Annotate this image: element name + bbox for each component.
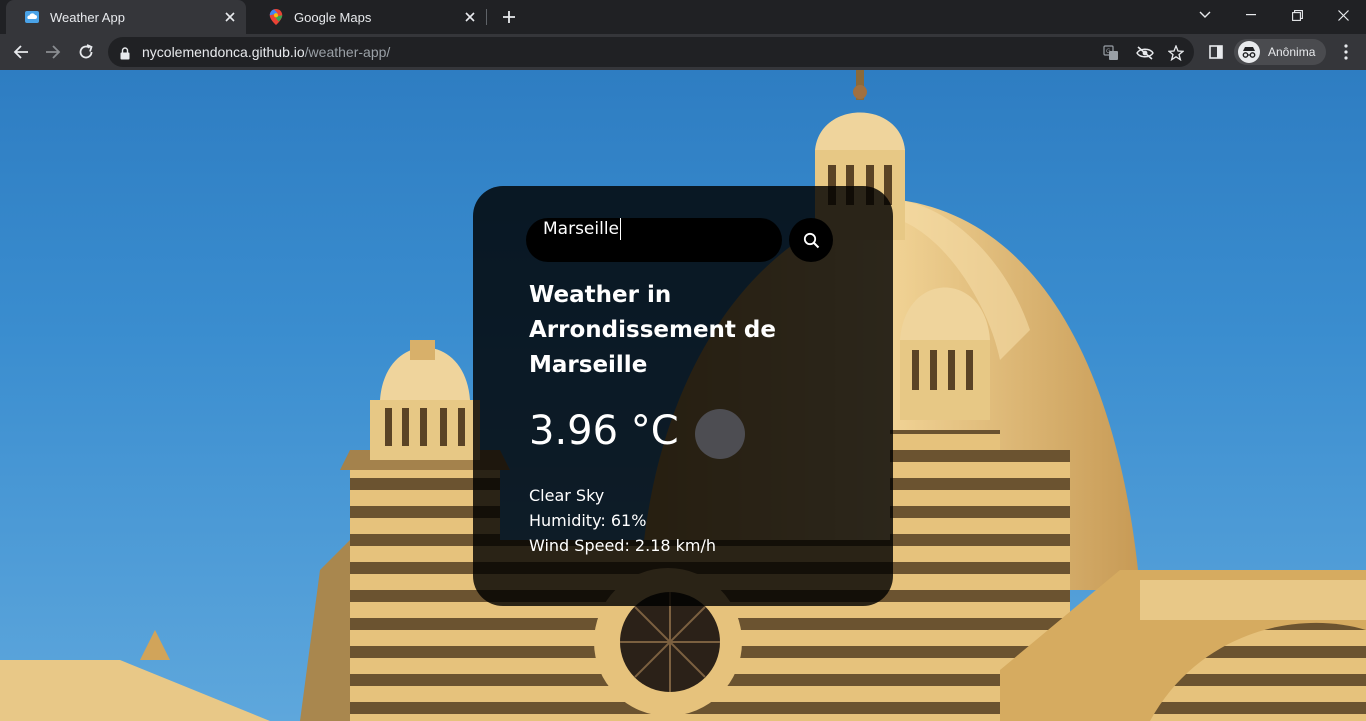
humidity-text: Humidity: 61% [529,511,647,530]
close-tab-icon[interactable] [218,5,242,29]
close-icon [1337,9,1349,21]
lock-icon[interactable] [120,45,130,64]
temperature-value: 3.96 °C [529,408,679,454]
city-title: Weather in Arrondissement de Marseille [529,282,776,378]
minimize-button[interactable] [1228,0,1274,30]
eye-slash-icon[interactable] [1135,43,1155,63]
forward-button[interactable] [38,37,68,67]
browser-menu-button[interactable] [1334,40,1358,64]
text-caret [620,218,622,240]
svg-text:G: G [1106,48,1111,55]
city-search-input[interactable]: Marseille [526,218,782,262]
side-panel-button[interactable] [1204,40,1228,64]
arrow-right-icon [46,45,61,59]
restore-button[interactable] [1274,0,1320,30]
close-window-button[interactable] [1320,0,1366,30]
search-input-value: Marseille [543,219,620,239]
restore-icon [1291,9,1303,21]
url-host: nycolemendonca.github.io [142,44,305,60]
side-panel-icon [1209,45,1223,59]
browser-toolbar: nycolemendonca.github.io/weather-app/ G … [0,34,1366,70]
weather-card: Marseille Weather in Arrondissement de M… [473,186,893,606]
weather-description: Clear Sky [529,486,605,505]
search-button[interactable] [789,218,833,262]
url-path: /weather-app/ [304,44,391,60]
tab-google-maps[interactable]: Google Maps [250,0,486,34]
search-icon [803,232,819,248]
back-button[interactable] [6,37,36,67]
maps-pin-icon [268,9,284,25]
reload-button[interactable] [71,37,101,67]
tab-divider [486,9,487,25]
new-tab-button[interactable] [496,4,522,30]
translate-icon[interactable]: G [1101,43,1121,63]
incognito-profile-button[interactable]: Anônima [1234,39,1326,65]
reload-icon [79,44,93,59]
url-text: nycolemendonca.github.io/weather-app/ [142,44,390,60]
address-bar[interactable]: nycolemendonca.github.io/weather-app/ G [108,37,1194,67]
page-viewport: Marseille Weather in Arrondissement de M… [0,70,1366,721]
tab-weather-app[interactable]: Weather App [6,0,246,34]
wind-speed-text: Wind Speed: 2.18 km/h [529,536,717,555]
star-bookmark-icon[interactable] [1166,43,1186,63]
kebab-menu-icon [1344,44,1348,60]
minimize-icon [1246,14,1256,16]
tab-title: Weather App [50,9,125,25]
arrow-left-icon [13,45,28,59]
close-tab-icon[interactable] [458,5,482,29]
chevron-down-icon [1199,11,1211,18]
weather-favicon-icon [24,9,40,25]
tab-strip: Weather App Google Maps [0,0,1366,34]
tab-title: Google Maps [294,9,372,25]
profile-label: Anônima [1268,45,1316,59]
weather-condition-icon [695,409,745,459]
plus-icon [503,11,515,23]
tab-search-button[interactable] [1182,0,1228,30]
incognito-icon [1238,41,1260,63]
